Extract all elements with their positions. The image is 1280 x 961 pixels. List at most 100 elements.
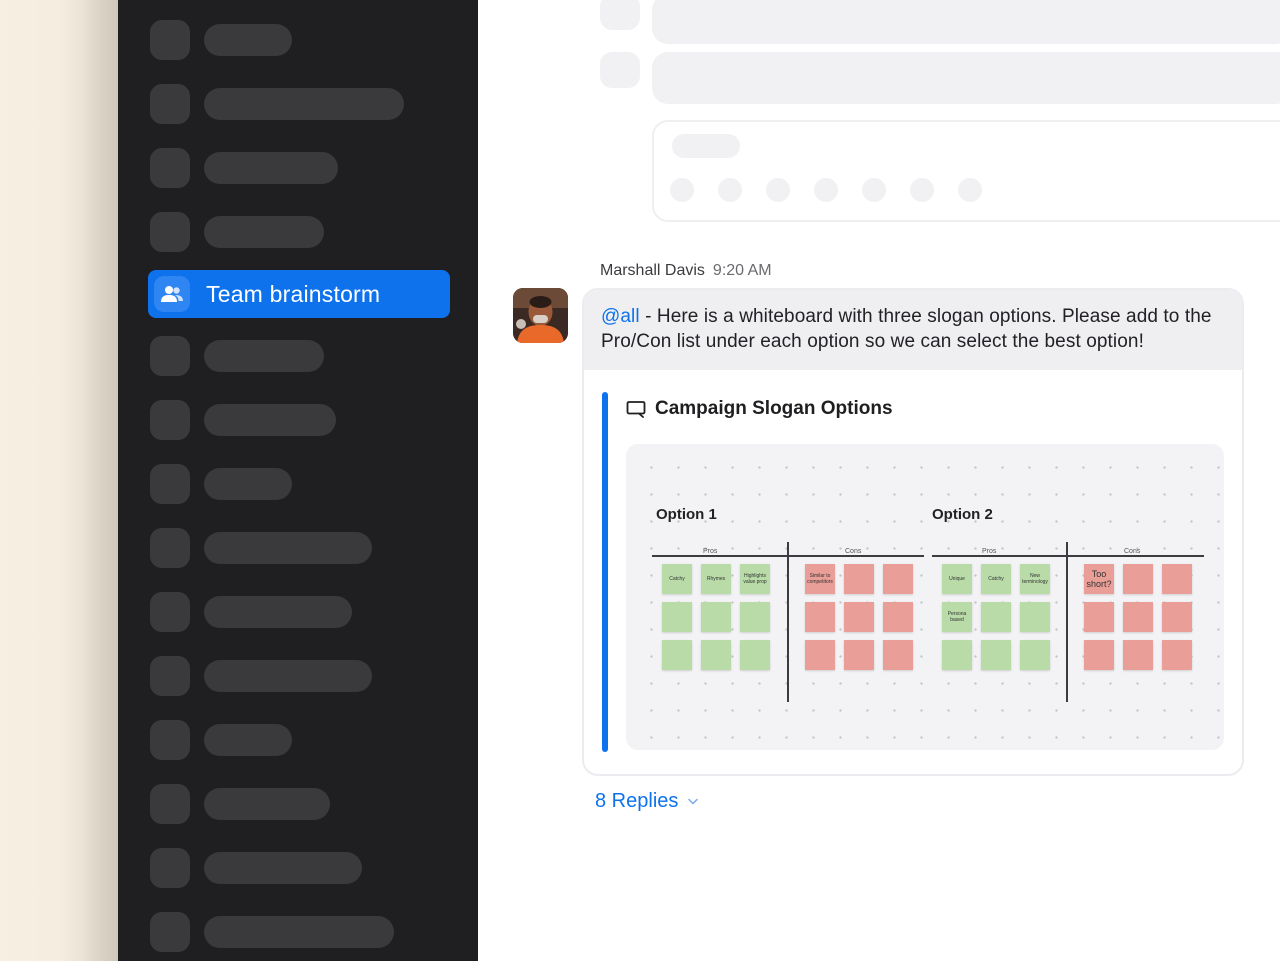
composer-tool-placeholder[interactable] xyxy=(670,178,694,202)
sidebar-item-label-placeholder xyxy=(204,916,394,948)
sticky-note[interactable] xyxy=(1020,602,1050,632)
sticky-note[interactable]: Persona based xyxy=(942,602,972,632)
sticky-note[interactable]: Highlights value prop xyxy=(740,564,770,594)
composer-text-placeholder xyxy=(672,134,740,158)
sticky-note[interactable]: Catchy xyxy=(981,564,1011,594)
replies-label: 8 Replies xyxy=(595,790,679,812)
sidebar-item-icon-placeholder xyxy=(150,464,190,504)
sticky-note[interactable] xyxy=(1123,640,1153,670)
message-body: - Here is a whiteboard with three slogan… xyxy=(601,306,1212,352)
message-time: 9:20 AM xyxy=(712,262,772,279)
sidebar-item-label-placeholder xyxy=(204,724,292,756)
column-label: Cons xyxy=(1124,548,1141,555)
sticky-note[interactable] xyxy=(942,640,972,670)
backdrop xyxy=(0,0,122,961)
sticky-note[interactable] xyxy=(740,602,770,632)
sticky-note[interactable] xyxy=(883,640,913,670)
sticky-note[interactable] xyxy=(883,564,913,594)
attachment-accent-bar xyxy=(602,392,608,752)
sticky-note[interactable] xyxy=(1123,564,1153,594)
sidebar-item-team-brainstorm[interactable]: Team brainstorm xyxy=(148,270,450,318)
sidebar-item-icon-placeholder xyxy=(150,592,190,632)
sticky-note[interactable] xyxy=(701,602,731,632)
people-icon xyxy=(154,276,190,312)
column-label: Cons xyxy=(845,548,862,555)
sidebar-item-label-placeholder xyxy=(204,216,324,248)
sidebar-item-label-placeholder xyxy=(204,152,338,184)
sidebar-item-icon-placeholder xyxy=(150,656,190,696)
sidebar-item-icon-placeholder xyxy=(150,912,190,952)
sidebar-item-label-placeholder xyxy=(204,596,352,628)
sticky-note[interactable]: New terminology xyxy=(1020,564,1050,594)
composer-tool-placeholder[interactable] xyxy=(862,178,886,202)
sticky-note[interactable]: Catchy xyxy=(662,564,692,594)
sticky-note[interactable]: Similar to competitors xyxy=(805,564,835,594)
message-placeholder xyxy=(652,0,1280,44)
message-card: @all - Here is a whiteboard with three s… xyxy=(582,288,1244,776)
sticky-note[interactable] xyxy=(662,602,692,632)
sticky-note[interactable]: Rhymes xyxy=(701,564,731,594)
divider-line xyxy=(932,555,1204,557)
whiteboard-preview[interactable]: Option 1 Pros Cons Catchy Rhymes Highlig… xyxy=(626,444,1224,750)
sidebar: Team brainstorm xyxy=(118,0,478,961)
composer-tool-placeholder[interactable] xyxy=(718,178,742,202)
sidebar-item-icon-placeholder xyxy=(150,528,190,568)
sticky-note[interactable] xyxy=(805,640,835,670)
sidebar-item-icon-placeholder xyxy=(150,212,190,252)
sticky-note[interactable] xyxy=(805,602,835,632)
replies-button[interactable]: 8 Replies xyxy=(595,790,699,813)
sticky-note[interactable] xyxy=(1123,602,1153,632)
sidebar-item-label-placeholder xyxy=(204,24,292,56)
sidebar-item-label-placeholder xyxy=(204,404,336,436)
sticky-note[interactable] xyxy=(1020,640,1050,670)
column-label: Pros xyxy=(982,548,997,555)
sidebar-item-label: Team brainstorm xyxy=(206,280,381,307)
sticky-note[interactable] xyxy=(883,602,913,632)
sidebar-item-icon-placeholder xyxy=(150,720,190,760)
mention-all[interactable]: @all xyxy=(601,306,640,327)
sidebar-item-label-placeholder xyxy=(204,532,372,564)
chevron-down-icon xyxy=(688,798,699,805)
sticky-note[interactable] xyxy=(981,602,1011,632)
message-avatar-placeholder xyxy=(600,52,640,88)
option-title: Option 1 xyxy=(656,506,717,523)
message-composer-placeholder[interactable] xyxy=(652,120,1280,222)
sticky-note[interactable] xyxy=(981,640,1011,670)
avatar[interactable] xyxy=(513,288,568,343)
sticky-note[interactable] xyxy=(844,602,874,632)
sticky-note[interactable] xyxy=(740,640,770,670)
message-text: @all - Here is a whiteboard with three s… xyxy=(584,290,1242,370)
sidebar-item-label-placeholder xyxy=(204,660,372,692)
sticky-note[interactable] xyxy=(1084,602,1114,632)
sticky-note[interactable] xyxy=(1084,640,1114,670)
sticky-note[interactable] xyxy=(662,640,692,670)
sticky-note[interactable] xyxy=(844,564,874,594)
sticky-note[interactable] xyxy=(1162,640,1192,670)
sender-name[interactable]: Marshall Davis xyxy=(600,262,705,279)
sidebar-item-icon-placeholder xyxy=(150,20,190,60)
sidebar-item-icon-placeholder xyxy=(150,848,190,888)
sidebar-item-label-placeholder xyxy=(204,468,292,500)
whiteboard-icon xyxy=(626,401,646,418)
sidebar-item-label-placeholder xyxy=(204,88,404,120)
message-placeholder xyxy=(652,52,1280,104)
message-header: Marshall Davis 9:20 AM xyxy=(600,262,772,280)
sticky-note[interactable] xyxy=(701,640,731,670)
sidebar-item-label-placeholder xyxy=(204,340,324,372)
sticky-note[interactable] xyxy=(1162,564,1192,594)
attachment-title-label: Campaign Slogan Options xyxy=(655,398,893,419)
composer-tool-placeholder[interactable] xyxy=(766,178,790,202)
attachment-title[interactable]: Campaign Slogan Options xyxy=(626,398,893,420)
sticky-note[interactable] xyxy=(844,640,874,670)
sticky-note[interactable]: Too short? xyxy=(1084,564,1114,594)
composer-tool-placeholder[interactable] xyxy=(910,178,934,202)
composer-tool-placeholder[interactable] xyxy=(958,178,982,202)
composer-tool-placeholder[interactable] xyxy=(814,178,838,202)
sidebar-item-label-placeholder xyxy=(204,852,362,884)
column-label: Pros xyxy=(703,548,718,555)
sticky-note[interactable]: Unique xyxy=(942,564,972,594)
sidebar-item-icon-placeholder xyxy=(150,784,190,824)
option-title: Option 2 xyxy=(932,506,993,523)
sidebar-item-icon-placeholder xyxy=(150,400,190,440)
sticky-note[interactable] xyxy=(1162,602,1192,632)
